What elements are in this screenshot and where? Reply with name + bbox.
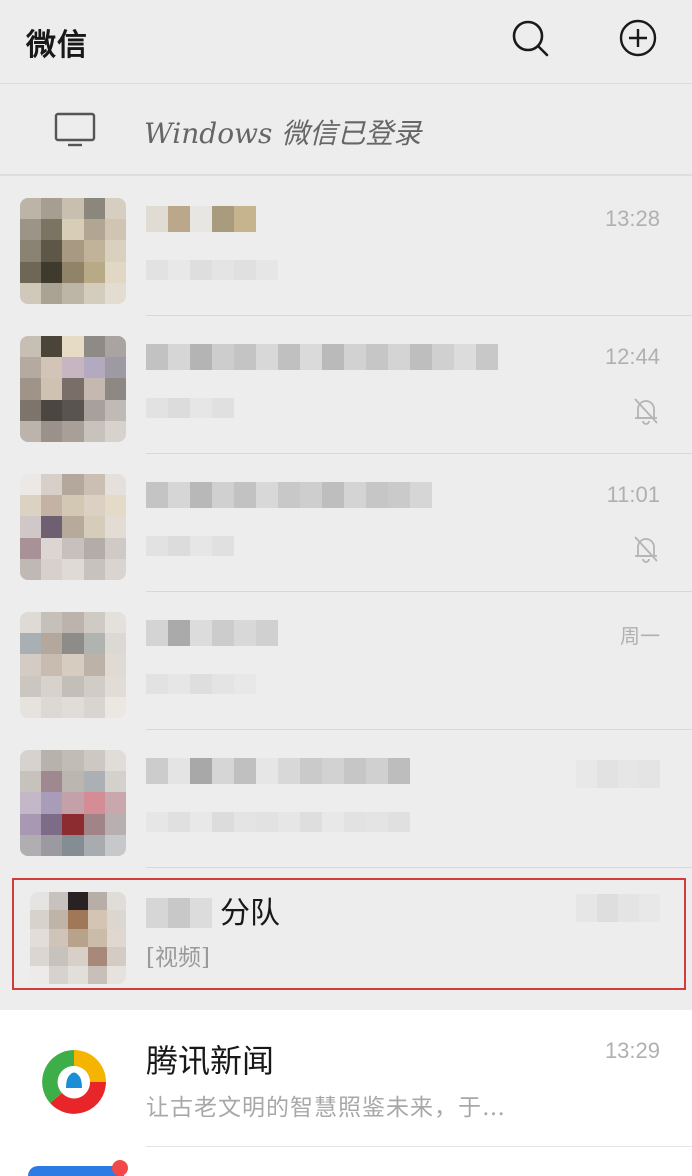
monitor-icon (54, 112, 96, 147)
blurred-contact-name (146, 482, 432, 508)
mute-bell-icon (634, 536, 658, 563)
blurred-contact-name (146, 344, 498, 370)
blurred-message-preview (146, 260, 278, 280)
highlighted-chat-item[interactable]: 分队 [视频] (0, 868, 692, 1006)
search-icon[interactable] (510, 18, 550, 58)
blurred-message-preview (146, 398, 234, 418)
chat-time: 12:44 (604, 344, 660, 369)
message-preview: [视频] (146, 945, 210, 971)
avatar (20, 198, 126, 304)
chat-item[interactable]: 13:28 (0, 178, 692, 316)
blurred-contact-name (146, 620, 278, 646)
avatar (30, 892, 126, 984)
avatar (20, 336, 126, 442)
blurred-contact-name (146, 898, 212, 928)
contact-name-suffix: 分队 (220, 896, 280, 931)
unread-dot (112, 1160, 128, 1176)
chat-item[interactable] (0, 730, 692, 868)
chat-item[interactable]: 12:44 (0, 316, 692, 454)
tencent-news-logo-icon (42, 1050, 106, 1114)
blurred-message-preview (146, 812, 410, 832)
next-chat-item-partial[interactable] (0, 1146, 692, 1176)
blurred-contact-name (146, 206, 256, 232)
message-preview: 让古老文明的智慧照鉴未来，于… (146, 1095, 506, 1121)
chat-item[interactable]: 周一 (0, 592, 692, 730)
blurred-contact-name (146, 758, 410, 784)
contact-name: 腾讯新闻 (146, 1042, 275, 1080)
blurred-message-preview (146, 536, 234, 556)
blurred-time (576, 760, 660, 788)
app-title: 微信 (26, 28, 88, 63)
chat-item[interactable]: 11:01 (0, 454, 692, 592)
top-bar: 微信 (0, 0, 692, 84)
chat-time: 13:28 (604, 206, 660, 231)
plus-circle-icon[interactable] (618, 18, 658, 58)
login-status-text: Windows 微信已登录 (144, 117, 422, 150)
avatar (20, 612, 126, 718)
chat-time: 周一 (620, 624, 660, 648)
avatar (20, 750, 126, 856)
blurred-message-preview (146, 674, 256, 694)
chat-time: 13:29 (604, 1038, 660, 1063)
windows-login-bar[interactable]: Windows 微信已登录 (0, 84, 692, 176)
divider (146, 1146, 692, 1147)
avatar (20, 474, 126, 580)
mute-bell-icon (634, 398, 658, 425)
avatar (28, 1166, 124, 1176)
chat-time: 11:01 (606, 482, 660, 507)
blurred-time (576, 894, 660, 922)
chat-item-tencent-news[interactable]: 腾讯新闻 让古老文明的智慧照鉴未来，于… 13:29 (0, 1010, 692, 1146)
